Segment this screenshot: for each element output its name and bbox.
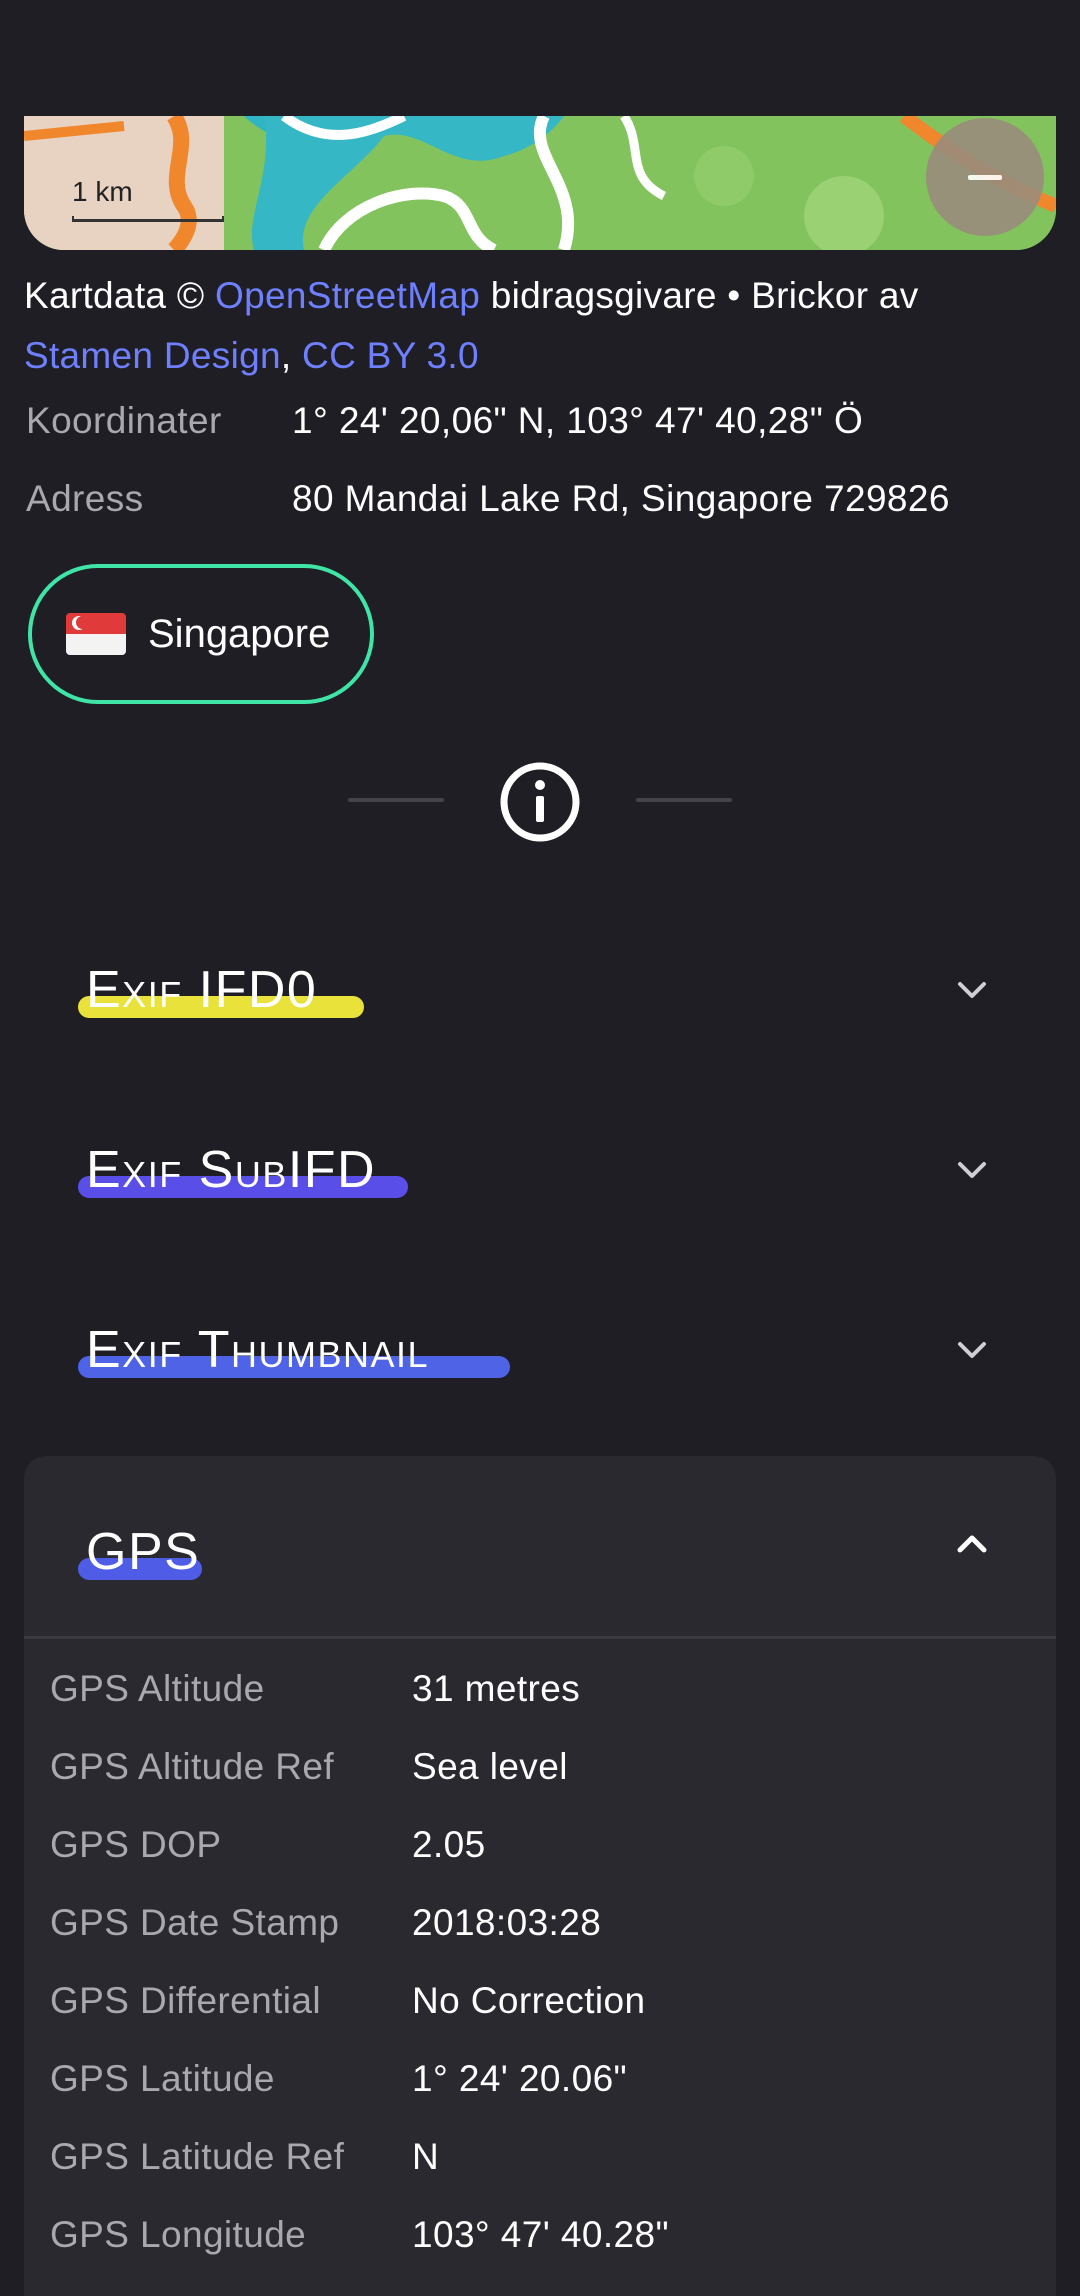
gps-row-label: GPS Altitude Ref (50, 1746, 335, 1787)
section-title: Exif Thumbnail (86, 1321, 429, 1379)
attribution-comma: , (280, 335, 303, 376)
section-title: Exif SubIFD (86, 1141, 377, 1199)
attribution-middle: bidragsgivare • Brickor av (480, 275, 919, 316)
attribution-prefix: Kartdata © (24, 275, 215, 316)
zoom-out-button[interactable] (926, 118, 1044, 236)
map-view[interactable]: 1 km (24, 116, 1056, 250)
section-exif-subifd[interactable]: Exif SubIFD (24, 1092, 1056, 1252)
section-title: GPS (86, 1523, 201, 1581)
coordinates-label: Koordinater (26, 400, 222, 441)
section-exif-thumbnail[interactable]: Exif Thumbnail (24, 1272, 1056, 1432)
gps-section: GPS GPS Altitude 31 metres GPS Altitude … (24, 1456, 1056, 2296)
gps-row-label: GPS Latitude (50, 2058, 275, 2099)
divider-right (636, 798, 732, 802)
gps-row-value[interactable]: 31 metres (412, 1668, 580, 1710)
gps-row-value[interactable]: 1° 24' 20.06" (412, 2058, 627, 2100)
map-attribution: Kartdata © OpenStreetMap bidragsgivare •… (24, 266, 1064, 386)
gps-row-value[interactable]: 103° 47' 40.28" (412, 2214, 669, 2256)
chevron-down-icon (958, 1162, 986, 1178)
license-link[interactable]: CC BY 3.0 (302, 335, 479, 376)
chevron-up-icon (957, 1535, 987, 1553)
gps-row-value[interactable]: No Correction (412, 1980, 645, 2022)
address-label: Adress (26, 478, 144, 519)
divider-left (348, 798, 444, 802)
gps-section-header[interactable]: GPS (24, 1456, 1056, 1639)
gps-row-value[interactable]: 2.05 (412, 1824, 486, 1866)
address-value[interactable]: 80 Mandai Lake Rd, Singapore 729826 (292, 478, 950, 520)
gps-row-value[interactable]: 2018:03:28 (412, 1902, 601, 1944)
singapore-flag-icon (66, 613, 126, 655)
map-scale-bar (72, 216, 224, 222)
map-tiles (24, 116, 1056, 250)
country-chip[interactable]: Singapore (28, 564, 374, 704)
gps-row-label: GPS Longitude (50, 2214, 307, 2255)
coordinates-value[interactable]: 1° 24' 20,06" N, 103° 47' 40,28" Ö (292, 400, 863, 442)
info-icon (500, 762, 580, 842)
gps-row-label: GPS Differential (50, 1980, 322, 2021)
chevron-down-icon (958, 1342, 986, 1358)
gps-row-value[interactable]: Sea level (412, 1746, 568, 1788)
gps-row-label: GPS Latitude Ref (50, 2136, 345, 2177)
openstreetmap-link[interactable]: OpenStreetMap (215, 275, 480, 316)
minus-icon (968, 174, 1002, 180)
stamen-design-link[interactable]: Stamen Design (24, 335, 281, 376)
map-scale-label: 1 km (72, 176, 133, 207)
section-exif-ifd0[interactable]: Exif IFD0 (24, 912, 1056, 1072)
section-title: Exif IFD0 (86, 961, 318, 1019)
gps-row-label: GPS DOP (50, 1824, 222, 1865)
gps-row-label: GPS Date Stamp (50, 1902, 340, 1943)
chevron-down-icon (958, 982, 986, 998)
gps-row-value[interactable]: N (412, 2136, 439, 2178)
country-chip-label: Singapore (148, 611, 331, 656)
gps-row-label: GPS Altitude (50, 1668, 265, 1709)
